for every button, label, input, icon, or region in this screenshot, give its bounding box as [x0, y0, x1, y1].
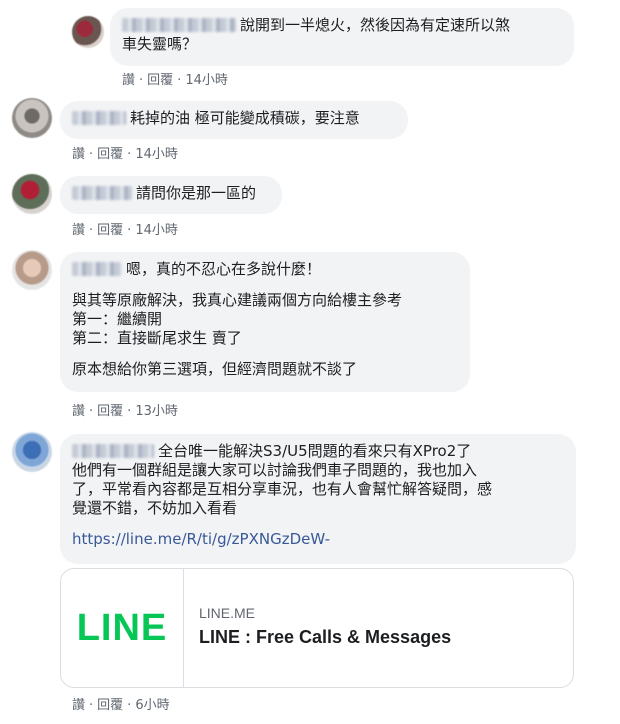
comment-text: 耗掉的油 極可能變成積碳，要注意 — [130, 109, 360, 127]
comment-text-line: 覺還不錯，不妨加入看看 — [72, 499, 238, 517]
commenter-name[interactable] — [72, 444, 154, 458]
link-preview-card[interactable]: LINE LINE.ME LINE : Free Calls & Message… — [60, 568, 574, 688]
comment-actions: 讚 · 回覆 · 14小時 — [72, 143, 178, 162]
commenter-avatar[interactable] — [72, 16, 104, 48]
comment-text-line: 與其等原廠解決，我真心建議兩個方向給樓主參考 — [72, 291, 403, 309]
commenter-avatar[interactable] — [12, 174, 52, 214]
comment-bubble: 全台唯一能解決S3/U5問題的看來只有XPro2了 他們有一個群組是讓大家可以討… — [60, 434, 576, 564]
reply-button[interactable]: 回覆 — [97, 694, 123, 713]
comment-text-line: 他們有一個群組是讓大家可以討論我們車子問題的，我也加入 — [72, 461, 478, 479]
comment-timestamp[interactable]: 14小時 — [135, 219, 178, 238]
comment-text: 請問你是那一區的 — [136, 184, 257, 202]
like-button[interactable]: 讚 — [72, 143, 85, 162]
reply-button[interactable]: 回覆 — [147, 69, 173, 88]
like-button[interactable]: 讚 — [122, 69, 135, 88]
comment-text-line: 車失靈嗎？ — [122, 35, 198, 53]
commenter-name[interactable] — [122, 18, 236, 32]
comment-timestamp[interactable]: 6小時 — [135, 694, 169, 713]
reply-button[interactable]: 回覆 — [97, 219, 123, 238]
comment-bubble: 請問你是那一區的 — [60, 176, 282, 214]
like-button[interactable]: 讚 — [72, 694, 85, 713]
commenter-name[interactable] — [72, 186, 132, 200]
comment-bubble: 說開到一半熄火，然後因為有定速所以煞 車失靈嗎？ — [110, 8, 574, 66]
like-button[interactable]: 讚 — [72, 400, 85, 419]
commenter-name[interactable] — [72, 111, 126, 125]
comment-actions: 讚 · 回覆 · 6小時 — [72, 694, 170, 713]
comment-text-line: 第一：繼續開 — [72, 310, 163, 328]
reply-button[interactable]: 回覆 — [97, 143, 123, 162]
comment-bubble: 耗掉的油 極可能變成積碳，要注意 — [60, 101, 408, 139]
comment-text-line: 了，平常看內容都是互相分享車況，也有人會幫忙解答疑問，感 — [72, 480, 493, 498]
comment-text-line: 原本想給你第三選項，但經濟問題就不談了 — [72, 360, 358, 378]
comment-text-line: 第二：直接斷尾求生 賣了 — [72, 329, 242, 347]
comment-text-line: 嗯，真的不忍心在多說什麼！ — [126, 260, 322, 278]
comment-actions: 讚 · 回覆 · 14小時 — [72, 219, 178, 238]
comment-link[interactable]: https://line.me/R/ti/g/zPXNGzDeW- — [72, 530, 330, 548]
comment-actions: 讚 · 回覆 · 13小時 — [72, 400, 178, 419]
comment-bubble: 嗯，真的不忍心在多說什麼！ 與其等原廠解決，我真心建議兩個方向給樓主參考 第一：… — [60, 252, 470, 392]
comment-actions: 讚 · 回覆 · 14小時 — [122, 69, 228, 88]
commenter-name[interactable] — [72, 262, 122, 276]
link-preview-domain: LINE.ME — [199, 605, 256, 621]
like-button[interactable]: 讚 — [72, 219, 85, 238]
link-preview-title[interactable]: LINE : Free Calls & Messages — [199, 627, 451, 648]
comment-timestamp[interactable]: 13小時 — [135, 400, 178, 419]
line-logo: LINE — [61, 569, 184, 687]
commenter-avatar[interactable] — [12, 432, 52, 472]
reply-button[interactable]: 回覆 — [97, 400, 123, 419]
commenter-avatar[interactable] — [12, 98, 52, 138]
comment-timestamp[interactable]: 14小時 — [185, 69, 228, 88]
comment-text-line: 說開到一半熄火，然後因為有定速所以煞 — [240, 16, 511, 34]
commenter-avatar[interactable] — [12, 250, 52, 290]
comment-text-line: 全台唯一能解決S3/U5問題的看來只有XPro2了 — [158, 442, 472, 460]
comment-timestamp[interactable]: 14小時 — [135, 143, 178, 162]
line-logo-text: LINE — [76, 606, 168, 649]
